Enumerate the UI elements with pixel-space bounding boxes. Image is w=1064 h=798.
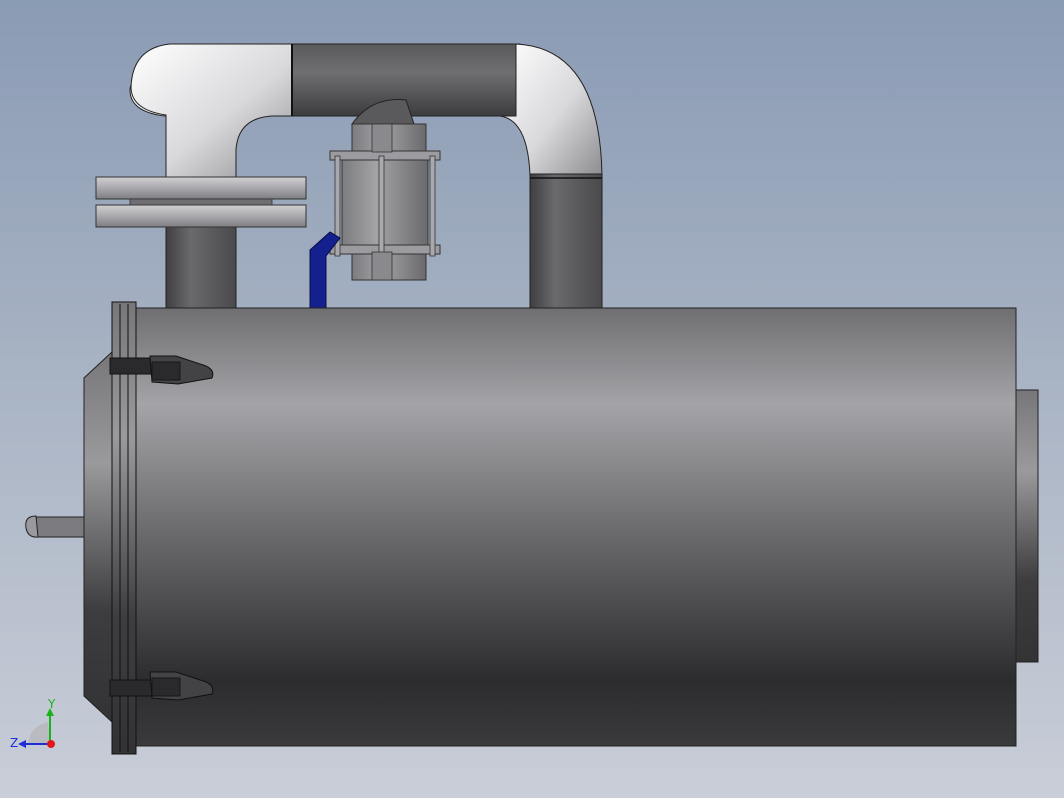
pipe-flange bbox=[95, 176, 307, 228]
triad-base-icon bbox=[28, 722, 50, 744]
left-elbow-upper bbox=[130, 43, 297, 179]
right-vertical-pipe bbox=[529, 173, 603, 311]
x-axis-dot-icon bbox=[47, 740, 55, 748]
left-vertical-pipe bbox=[165, 225, 237, 313]
tank-nozzle bbox=[25, 515, 85, 538]
tank bbox=[25, 301, 1039, 755]
z-axis-arrow-icon bbox=[18, 740, 26, 748]
pipe-assembly bbox=[95, 43, 603, 313]
cad-viewport[interactable] bbox=[0, 0, 1064, 798]
tank-left-head bbox=[83, 350, 113, 724]
coordinate-triad: Y Z bbox=[10, 697, 56, 750]
tank-shell bbox=[133, 307, 1017, 747]
triad-z-label: Z bbox=[10, 736, 18, 750]
ball-valve bbox=[329, 123, 441, 281]
valve-handle bbox=[309, 231, 341, 309]
triad-y-label: Y bbox=[47, 697, 56, 711]
